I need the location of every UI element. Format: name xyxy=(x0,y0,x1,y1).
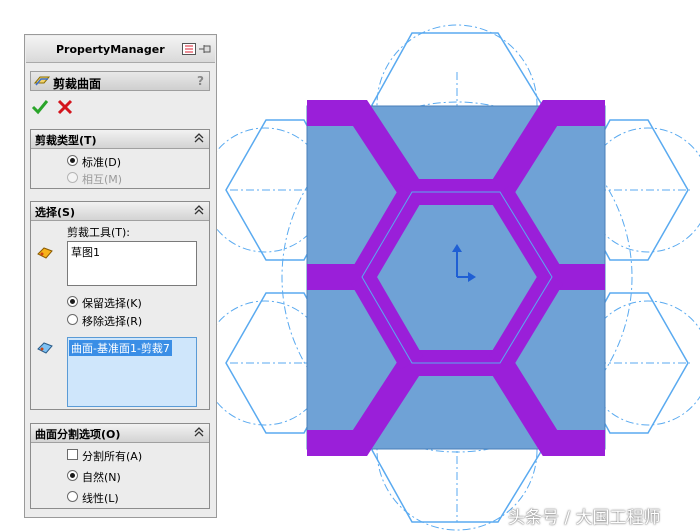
radio-button[interactable] xyxy=(67,155,78,166)
pieces-item[interactable]: 曲面-基准面1-剪裁7 xyxy=(69,340,172,356)
radio-mutual-label: 相互(M) xyxy=(82,173,123,186)
trim-type-group: 剪裁类型(T) 标准(D) 相互(M) xyxy=(30,129,210,189)
radio-natural-label: 自然(N) xyxy=(82,471,121,484)
trim-tool-item[interactable]: 草图1 xyxy=(71,244,100,260)
pieces-icon xyxy=(37,342,53,354)
collapse-icon[interactable] xyxy=(193,204,205,216)
radio-button[interactable] xyxy=(67,314,78,325)
collapse-icon[interactable] xyxy=(193,426,205,438)
watermark: 头条号 / 大国工程师 xyxy=(508,508,661,528)
radio-keep-label: 保留选择(K) xyxy=(82,297,142,310)
radio-remove-label: 移除选择(R) xyxy=(82,315,143,328)
trim-tool-listbox[interactable]: 草图1 xyxy=(67,241,197,286)
radio-linear-label: 线性(L) xyxy=(82,492,119,505)
collapse-icon[interactable] xyxy=(193,132,205,144)
pieces-listbox[interactable]: 曲面-基准面1-剪裁7 xyxy=(67,337,197,407)
property-manager-title: PropertyManager xyxy=(56,43,165,56)
split-all-label: 分割所有(A) xyxy=(82,450,143,463)
help-icon[interactable]: ? xyxy=(197,74,204,88)
trim-tool-label: 剪裁工具(T): xyxy=(67,226,131,239)
selections-group: 选择(S) 剪裁工具(T): 草图1 保留选择(K) 移除选择(R) 曲面-基准… xyxy=(30,201,210,410)
radio-button[interactable] xyxy=(67,172,78,183)
split-options-group-header[interactable]: 曲面分割选项(O) xyxy=(31,424,209,443)
cancel-x-icon[interactable] xyxy=(56,98,74,116)
selections-group-header[interactable]: 选择(S) xyxy=(31,202,209,221)
split-options-group: 曲面分割选项(O) 分割所有(A) 自然(N) 线性(L) xyxy=(30,423,210,509)
pin-icon[interactable] xyxy=(182,43,212,55)
property-manager-panel: PropertyManager 剪裁曲面 ? 剪裁类型(T) 标准(D) 相互(… xyxy=(24,34,217,518)
split-options-label: 曲面分割选项(O) xyxy=(35,428,121,441)
feature-title: 剪裁曲面 xyxy=(53,77,102,91)
ok-check-icon[interactable] xyxy=(31,98,49,116)
feature-title-bar: 剪裁曲面 ? xyxy=(30,71,210,91)
trim-type-label: 剪裁类型(T) xyxy=(35,134,97,147)
graphics-viewport[interactable] xyxy=(217,0,700,532)
radio-button[interactable] xyxy=(67,470,78,481)
checkbox[interactable] xyxy=(67,449,78,460)
trim-tool-icon xyxy=(37,247,53,259)
radio-button[interactable] xyxy=(67,491,78,502)
trim-type-group-header[interactable]: 剪裁类型(T) xyxy=(31,130,209,149)
property-manager-header: PropertyManager xyxy=(26,36,215,63)
radio-standard-label: 标准(D) xyxy=(82,156,122,169)
radio-button[interactable] xyxy=(67,296,78,307)
trim-surface-icon xyxy=(34,76,50,86)
selections-label: 选择(S) xyxy=(35,206,75,219)
